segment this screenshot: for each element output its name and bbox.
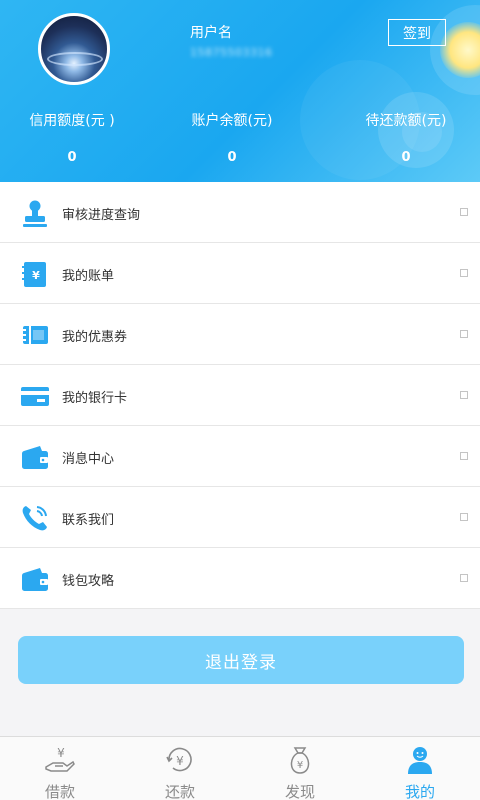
bill-notebook-icon: ¥ xyxy=(22,262,46,287)
hand-coin-icon: ¥ xyxy=(45,746,75,772)
phone-icon xyxy=(22,506,47,531)
username: 用户名 xyxy=(190,25,232,41)
stat-label: 信用额度(元 ) xyxy=(29,113,115,129)
menu-item-label: 消息中心 xyxy=(62,452,115,467)
menu-item-label: 联系我们 xyxy=(62,513,115,528)
menu-item-my-coupons[interactable]: 我的优惠券 xyxy=(0,304,480,365)
bank-card-icon xyxy=(21,387,49,406)
menu-item-label: 审核进度查询 xyxy=(62,208,141,223)
menu-item-message-center[interactable]: 消息中心 xyxy=(0,426,480,487)
chevron-right-icon xyxy=(460,269,468,277)
money-bag-icon: ¥ xyxy=(290,747,310,774)
chevron-right-icon xyxy=(460,574,468,582)
menu-item-label: 我的账单 xyxy=(62,269,115,284)
chevron-right-icon xyxy=(460,513,468,521)
coupon-ticket-icon xyxy=(23,326,48,344)
chevron-right-icon xyxy=(460,391,468,399)
svg-text:¥: ¥ xyxy=(176,754,184,768)
menu-item-label: 我的银行卡 xyxy=(62,391,128,406)
signin-button[interactable]: 签到 xyxy=(388,19,446,46)
tab-repay[interactable]: ¥ 还款 xyxy=(120,737,240,800)
stat-credit-limit: 信用额度(元 ) 0 xyxy=(2,110,142,165)
stat-value: 0 xyxy=(227,150,237,165)
avatar[interactable] xyxy=(38,13,110,85)
svg-text:¥: ¥ xyxy=(297,760,303,771)
stat-value: 0 xyxy=(401,150,411,165)
tab-label: 借款 xyxy=(44,783,75,800)
stat-amount-due: 待还款额(元) 0 xyxy=(336,110,476,165)
logout-button[interactable]: 退出登录 xyxy=(18,636,464,684)
tab-discover[interactable]: ¥ 发现 xyxy=(240,737,360,800)
menu-item-wallet-guide[interactable]: 钱包攻略 xyxy=(0,548,480,609)
phone-number: 15875503316 xyxy=(190,46,273,59)
tab-label: 发现 xyxy=(284,783,315,800)
person-icon xyxy=(408,747,432,774)
menu-item-bank-cards[interactable]: 我的银行卡 xyxy=(0,365,480,426)
wallet-icon xyxy=(22,568,48,591)
yen-circle-icon: ¥ xyxy=(166,747,192,772)
stat-label: 待还款额(元) xyxy=(365,113,447,129)
chevron-right-icon xyxy=(460,208,468,216)
menu-item-contact-us[interactable]: 联系我们 xyxy=(0,487,480,548)
tab-mine[interactable]: 我的 xyxy=(360,737,480,800)
chevron-right-icon xyxy=(460,452,468,460)
chevron-right-icon xyxy=(460,330,468,338)
menu-item-label: 钱包攻略 xyxy=(62,574,115,589)
tab-label: 还款 xyxy=(164,783,195,800)
tab-borrow[interactable]: ¥ 借款 xyxy=(0,737,120,800)
menu-list: 审核进度查询 ¥ 我的账单 我的优惠券 我的银行卡 消息中心 联系我们 钱包攻略 xyxy=(0,182,480,609)
profile-header: 用户名 15875503316 签到 信用额度(元 ) 0 账户余额(元) 0 … xyxy=(0,0,480,182)
menu-item-review-progress[interactable]: 审核进度查询 xyxy=(0,182,480,243)
menu-item-my-bills[interactable]: ¥ 我的账单 xyxy=(0,243,480,304)
stat-label: 账户余额(元) xyxy=(191,113,273,129)
menu-item-label: 我的优惠券 xyxy=(62,330,128,345)
stat-account-balance: 账户余额(元) 0 xyxy=(162,110,302,165)
stat-value: 0 xyxy=(67,150,77,165)
bottom-tab-bar: ¥ 借款 ¥ 还款 ¥ 发现 我的 xyxy=(0,736,480,800)
tab-label: 我的 xyxy=(404,783,435,800)
svg-text:¥: ¥ xyxy=(32,269,40,282)
stamp-icon xyxy=(23,200,47,227)
wallet-icon xyxy=(22,446,48,469)
svg-text:¥: ¥ xyxy=(57,746,65,760)
